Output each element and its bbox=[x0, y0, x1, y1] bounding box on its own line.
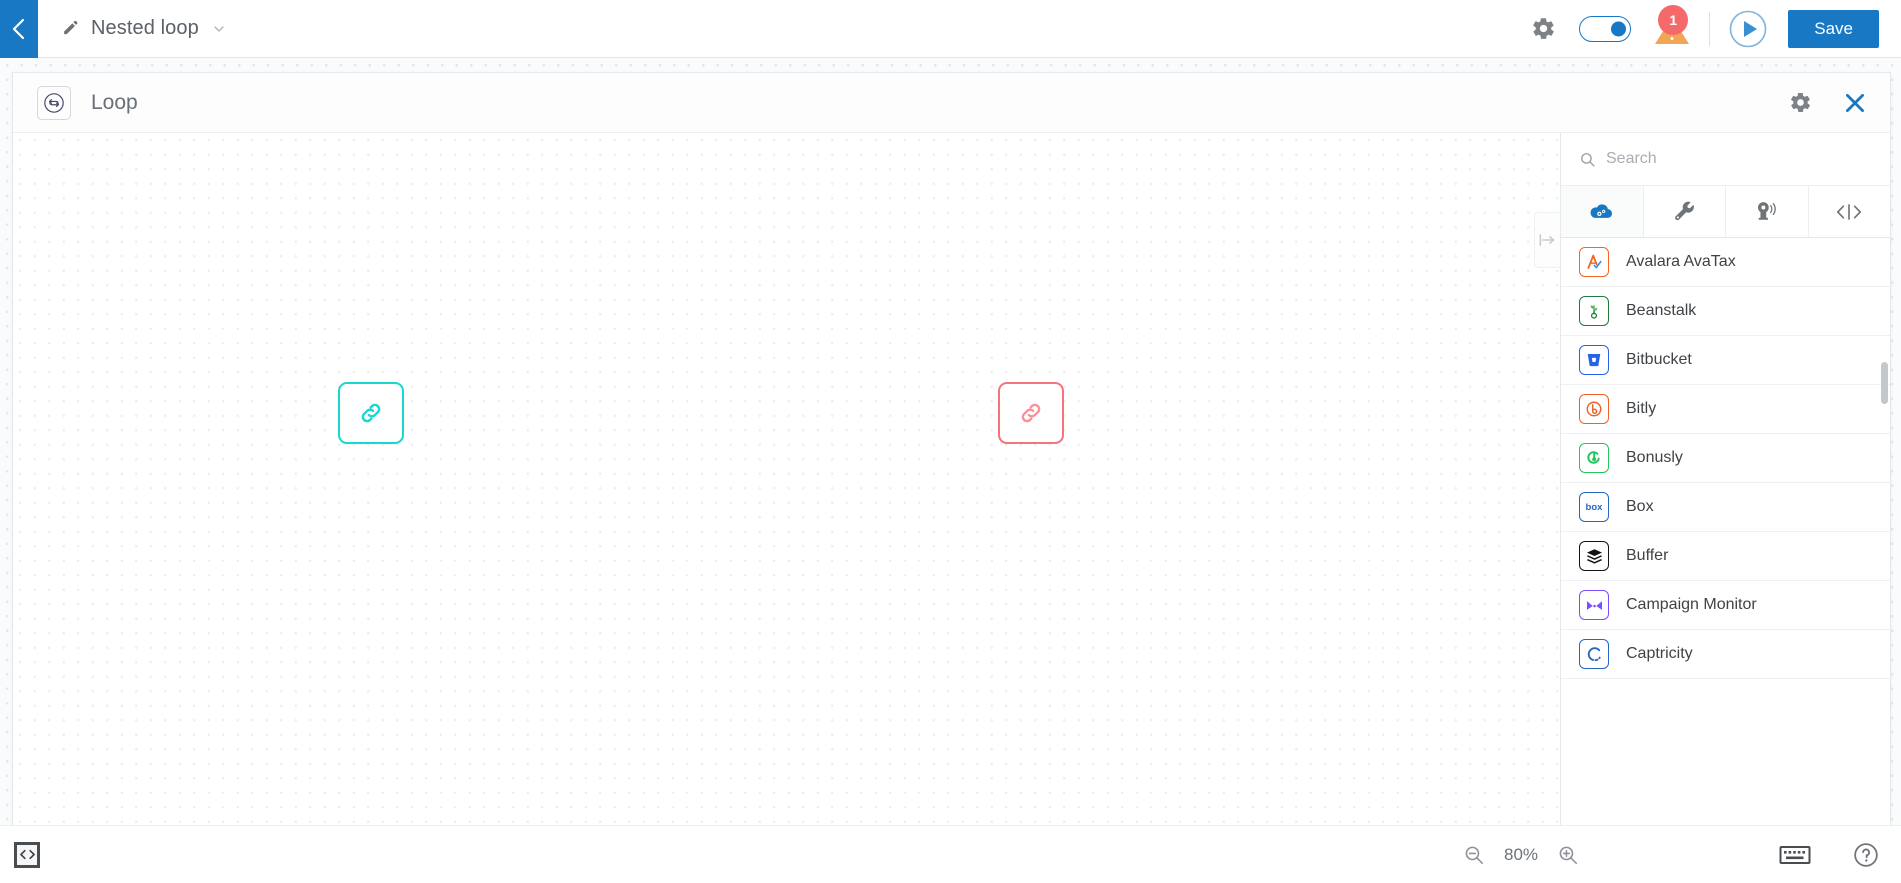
panel-tabs bbox=[1561, 186, 1890, 238]
loop-panel-title: Loop bbox=[91, 90, 138, 114]
help-button[interactable] bbox=[1853, 842, 1879, 868]
chevron-down-icon[interactable] bbox=[211, 21, 227, 37]
buffer-icon bbox=[1579, 541, 1609, 571]
wrench-icon bbox=[1674, 201, 1694, 221]
keyboard-shortcuts-button[interactable] bbox=[1779, 843, 1811, 867]
run-button[interactable] bbox=[1726, 7, 1770, 51]
code-brackets-icon bbox=[19, 849, 35, 860]
app-list[interactable]: Avalara AvaTax Beanstalk Bitbucket Bitly… bbox=[1561, 238, 1890, 825]
list-item-label: Bitbucket bbox=[1626, 351, 1692, 368]
captricity-icon bbox=[1579, 639, 1609, 669]
bitbucket-icon bbox=[1579, 345, 1609, 375]
loop-editor-backdrop: Loop Search Avalara AvaTax Beanstalk Bit… bbox=[0, 58, 1901, 825]
top-toolbar: Nested loop 1 Save bbox=[0, 0, 1901, 58]
enable-toggle[interactable] bbox=[1579, 15, 1632, 42]
tab-tools[interactable] bbox=[1643, 186, 1726, 237]
chain-link-icon bbox=[361, 403, 381, 423]
zoom-in-button[interactable] bbox=[1557, 844, 1579, 866]
zoom-out-button[interactable] bbox=[1463, 844, 1485, 866]
search-icon bbox=[1579, 151, 1596, 168]
list-item[interactable]: Buffer bbox=[1561, 532, 1890, 581]
loop-panel-actions bbox=[1789, 90, 1868, 116]
cloud-apps-icon bbox=[1590, 203, 1613, 218]
panel-scrollbar[interactable] bbox=[1881, 238, 1888, 825]
list-item-label: Box bbox=[1626, 498, 1654, 515]
list-item-label: Captricity bbox=[1626, 645, 1693, 662]
workflow-title: Nested loop bbox=[91, 17, 199, 39]
avalara-avatax-icon bbox=[1579, 247, 1609, 277]
top-toolbar-actions: 1 Save bbox=[1519, 4, 1901, 53]
loop-canvas[interactable] bbox=[13, 133, 1560, 825]
code-brackets-icon bbox=[1837, 203, 1862, 220]
zoom-level-label: 80% bbox=[1503, 844, 1539, 864]
search-input[interactable] bbox=[1606, 150, 1874, 168]
warnings-button[interactable]: 1 bbox=[1645, 4, 1699, 53]
bitly-icon bbox=[1579, 394, 1609, 424]
settings-button[interactable] bbox=[1519, 5, 1567, 53]
loop-start-node[interactable] bbox=[338, 382, 404, 444]
list-item[interactable]: Campaign Monitor bbox=[1561, 581, 1890, 630]
loop-panel-header: Loop bbox=[13, 73, 1890, 133]
code-view-toggle[interactable] bbox=[14, 841, 40, 868]
play-circle-icon bbox=[1729, 10, 1767, 47]
zoom-in-icon bbox=[1559, 846, 1578, 864]
help-circle-icon bbox=[1854, 842, 1878, 867]
loop-sync-icon bbox=[37, 85, 71, 120]
app-browser-panel: Avalara AvaTax bbox=[1560, 133, 1890, 825]
tab-apps[interactable] bbox=[1561, 186, 1644, 237]
gear-icon bbox=[1791, 93, 1810, 112]
bottom-statusbar: 80% bbox=[0, 825, 1901, 883]
gear-icon bbox=[1532, 18, 1554, 39]
close-x-icon bbox=[1846, 93, 1864, 112]
warning-count-badge: 1 bbox=[1658, 4, 1689, 35]
loop-panel: Loop Search Avalara AvaTax Beanstalk Bit… bbox=[12, 72, 1891, 825]
workflow-editor: Nested loop 1 Save Loop Search Avalara A… bbox=[0, 0, 1901, 883]
list-item[interactable]: Bitbucket bbox=[1561, 336, 1890, 385]
list-item[interactable]: Bitly bbox=[1561, 385, 1890, 434]
workflow-title-zone[interactable]: Nested loop bbox=[62, 17, 227, 40]
loop-settings-button[interactable] bbox=[1789, 91, 1812, 114]
loop-end-node[interactable] bbox=[998, 382, 1064, 444]
list-item[interactable]: box Box bbox=[1561, 483, 1890, 532]
list-item-label: Buffer bbox=[1626, 547, 1669, 564]
toggle-knob bbox=[1611, 21, 1627, 36]
tab-triggers[interactable] bbox=[1726, 186, 1809, 237]
beacon-location-icon bbox=[1758, 202, 1776, 220]
list-item[interactable]: Beanstalk bbox=[1561, 287, 1890, 336]
list-item-label: Beanstalk bbox=[1626, 302, 1697, 319]
toolbar-divider bbox=[1709, 11, 1711, 46]
pencil-icon bbox=[62, 20, 79, 37]
box-icon: box bbox=[1579, 492, 1609, 522]
toggle-track bbox=[1579, 15, 1632, 42]
bottom-right-controls: 80% bbox=[1463, 842, 1879, 868]
zoom-controls: 80% bbox=[1463, 844, 1579, 866]
chevron-left-icon bbox=[12, 18, 25, 39]
tab-code[interactable] bbox=[1808, 186, 1890, 237]
chain-link-icon bbox=[1021, 403, 1041, 423]
scrollbar-thumb[interactable] bbox=[1881, 362, 1888, 404]
list-item[interactable]: Avalara AvaTax bbox=[1561, 238, 1890, 287]
close-panel-button[interactable] bbox=[1842, 90, 1868, 116]
list-item-label: Bitly bbox=[1626, 400, 1657, 417]
beanstalk-icon bbox=[1579, 296, 1609, 326]
keyboard-icon bbox=[1779, 845, 1811, 864]
save-button[interactable]: Save bbox=[1788, 9, 1879, 48]
campaign-monitor-icon bbox=[1579, 590, 1609, 620]
search-row bbox=[1561, 133, 1890, 186]
list-item[interactable]: Bonusly bbox=[1561, 434, 1890, 483]
arrow-right-collapse-icon bbox=[1539, 234, 1555, 246]
list-item-label: Campaign Monitor bbox=[1626, 596, 1757, 613]
list-item[interactable]: Captricity bbox=[1561, 630, 1890, 679]
back-button[interactable] bbox=[0, 0, 38, 58]
list-item-label: Bonusly bbox=[1626, 449, 1683, 466]
loop-panel-body: Avalara AvaTax bbox=[13, 133, 1890, 825]
panel-collapse-handle[interactable] bbox=[1534, 212, 1560, 268]
zoom-out-icon bbox=[1465, 846, 1484, 864]
list-item-label: Avalara AvaTax bbox=[1626, 253, 1736, 270]
bonusly-icon bbox=[1579, 443, 1609, 473]
